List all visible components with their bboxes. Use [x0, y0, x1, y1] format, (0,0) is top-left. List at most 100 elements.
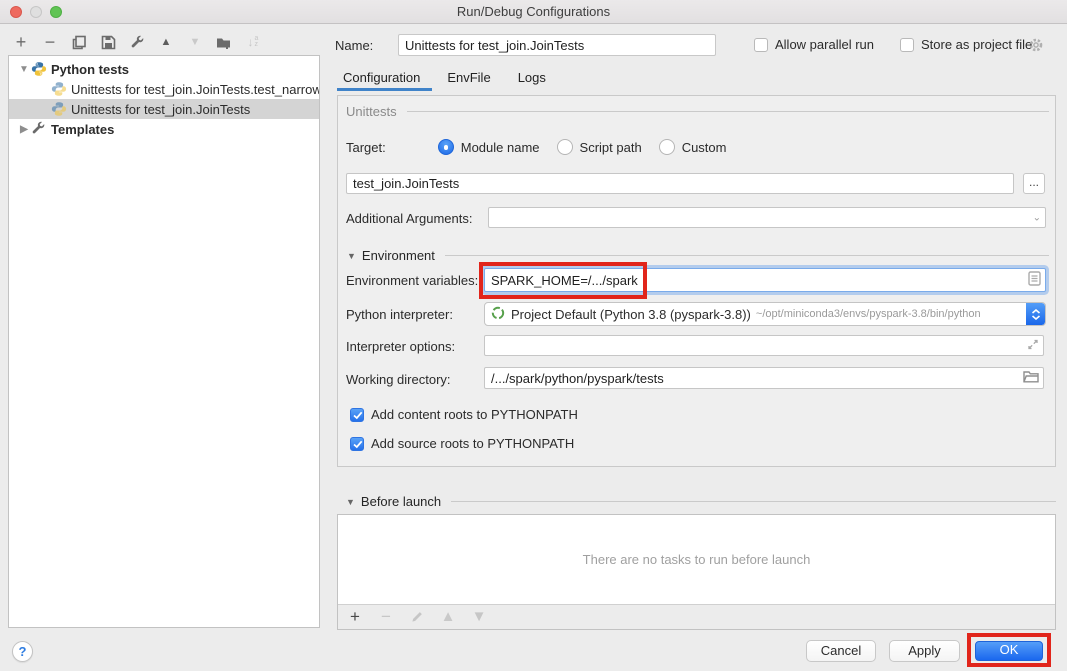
folder-icon[interactable]: [1023, 370, 1039, 386]
environment-variables-input[interactable]: [484, 268, 1046, 292]
add-content-roots-label: Add content roots to PYTHONPATH: [371, 407, 578, 422]
before-launch-panel: There are no tasks to run before launch …: [337, 514, 1056, 630]
settings-gear-icon[interactable]: [1028, 37, 1044, 53]
interpreter-options-input[interactable]: [484, 335, 1044, 356]
name-label: Name:: [335, 38, 373, 53]
wrench-icon: [31, 121, 47, 137]
cancel-button[interactable]: Cancel: [806, 640, 876, 662]
save-configuration-icon[interactable]: [99, 33, 117, 51]
before-launch-title: Before launch: [361, 494, 441, 509]
conda-env-icon: [491, 306, 505, 323]
unittests-group-header: Unittests: [346, 104, 1049, 119]
help-label: ?: [19, 644, 27, 659]
add-content-roots-checkbox[interactable]: Add content roots to PYTHONPATH: [350, 407, 578, 422]
radio-selected-icon[interactable]: [438, 139, 454, 155]
radio-module-name[interactable]: Module name: [438, 139, 540, 155]
chevron-right-icon[interactable]: ▶: [17, 124, 31, 135]
environment-section-title: Environment: [362, 248, 435, 263]
select-stepper-icon[interactable]: [1026, 303, 1045, 325]
chevron-down-icon[interactable]: ▼: [346, 497, 355, 507]
configuration-panel: Unittests Target: Module name Script pat…: [337, 95, 1056, 467]
move-down-icon: ▼: [186, 33, 204, 51]
python-test-icon: [51, 81, 67, 97]
python-interpreter-select[interactable]: Project Default (Python 3.8 (pyspark-3.8…: [484, 302, 1046, 326]
tree-item-label: Unittests for test_join.JoinTests: [71, 102, 250, 117]
title-bar: Run/Debug Configurations: [0, 0, 1067, 24]
tree-item-label: Templates: [51, 122, 114, 137]
interpreter-options-label: Interpreter options:: [346, 339, 455, 354]
active-tab-indicator: [337, 88, 432, 91]
move-task-down-icon: ▼: [470, 607, 488, 625]
new-folder-icon[interactable]: [215, 33, 233, 51]
chevron-down-icon[interactable]: ▼: [347, 251, 356, 261]
checkbox-unchecked-icon[interactable]: [754, 38, 768, 52]
tree-item-label: Unittests for test_join.JoinTests.test_n…: [71, 82, 319, 97]
store-as-project-file-label: Store as project file: [921, 37, 1032, 52]
checkbox-checked-icon[interactable]: [350, 408, 364, 422]
additional-arguments-input[interactable]: [488, 207, 1046, 228]
python-test-icon: [51, 101, 67, 117]
remove-configuration-icon[interactable]: −: [41, 33, 59, 51]
edit-templates-icon[interactable]: [128, 33, 146, 51]
allow-parallel-run-checkbox[interactable]: Allow parallel run: [754, 37, 874, 52]
remove-task-icon: −: [377, 607, 395, 625]
move-up-icon[interactable]: ▲: [157, 33, 175, 51]
radio-script-path-label: Script path: [580, 140, 642, 155]
add-configuration-icon[interactable]: +: [12, 33, 30, 51]
move-task-up-icon: ▲: [439, 607, 457, 625]
chevron-down-icon[interactable]: ▼: [17, 64, 31, 75]
allow-parallel-run-label: Allow parallel run: [775, 37, 874, 52]
tab-logs[interactable]: Logs: [518, 66, 546, 94]
apply-button[interactable]: Apply: [889, 640, 960, 662]
window-title: Run/Debug Configurations: [0, 4, 1067, 19]
tree-item-unittest-narrow[interactable]: Unittests for test_join.JoinTests.test_n…: [9, 79, 319, 99]
unittests-group-title: Unittests: [346, 104, 397, 119]
copy-configuration-icon[interactable]: [70, 33, 88, 51]
radio-custom[interactable]: Custom: [659, 139, 727, 155]
module-name-input[interactable]: [346, 173, 1014, 194]
name-input[interactable]: [398, 34, 716, 56]
sort-alphabetically-icon: ↓az: [244, 33, 262, 51]
working-directory-input[interactable]: [484, 367, 1044, 389]
environment-variables-label: Environment variables:: [346, 273, 478, 288]
configurations-toolbar: + − ▲ ▼ ↓az: [12, 31, 312, 53]
radio-script-path[interactable]: Script path: [557, 139, 642, 155]
configurations-tree: ▼ Python tests Unittests for test_join.J…: [8, 55, 320, 628]
browse-button[interactable]: ...: [1023, 173, 1045, 194]
edit-task-icon: [408, 607, 426, 625]
before-launch-task-list: There are no tasks to run before launch: [338, 515, 1055, 605]
ok-button[interactable]: OK: [975, 641, 1043, 661]
working-directory-label: Working directory:: [346, 372, 451, 387]
before-launch-empty-message: There are no tasks to run before launch: [583, 552, 811, 567]
target-row: Target: Module name Script path Custom: [346, 139, 726, 155]
add-source-roots-label: Add source roots to PYTHONPATH: [371, 436, 574, 451]
radio-module-name-label: Module name: [461, 140, 540, 155]
before-launch-section-header[interactable]: ▼ Before launch: [346, 494, 1056, 509]
environment-section-header[interactable]: ▼ Environment: [347, 248, 1049, 263]
checkbox-checked-icon[interactable]: [350, 437, 364, 451]
help-button[interactable]: ?: [12, 641, 33, 662]
radio-custom-label: Custom: [682, 140, 727, 155]
tree-item-unittest-jointests[interactable]: Unittests for test_join.JoinTests: [9, 99, 319, 119]
tab-envfile[interactable]: EnvFile: [447, 66, 490, 94]
radio-unselected-icon[interactable]: [557, 139, 573, 155]
python-interpreter-label: Python interpreter:: [346, 307, 453, 322]
expand-field-icon[interactable]: [1027, 338, 1039, 353]
add-source-roots-checkbox[interactable]: Add source roots to PYTHONPATH: [350, 436, 574, 451]
python-icon: [31, 61, 47, 77]
additional-arguments-label: Additional Arguments:: [346, 211, 472, 226]
env-vars-list-icon[interactable]: [1028, 271, 1041, 289]
chevron-down-icon[interactable]: ⌄: [1033, 212, 1041, 223]
checkbox-unchecked-icon[interactable]: [900, 38, 914, 52]
radio-unselected-icon[interactable]: [659, 139, 675, 155]
interpreter-value: Project Default (Python 3.8 (pyspark-3.8…: [511, 307, 751, 322]
interpreter-path: ~/opt/miniconda3/envs/pyspark-3.8/bin/py…: [756, 308, 981, 320]
add-task-icon[interactable]: +: [346, 607, 364, 625]
tree-item-label: Python tests: [51, 62, 129, 77]
before-launch-toolbar: + − ▲ ▼: [346, 606, 488, 626]
store-as-project-file-checkbox[interactable]: Store as project file: [900, 37, 1032, 52]
run-debug-configurations-dialog: Run/Debug Configurations + − ▲ ▼ ↓az ▼ P: [0, 0, 1067, 671]
tree-item-templates[interactable]: ▶ Templates: [9, 119, 319, 139]
tree-item-python-tests[interactable]: ▼ Python tests: [9, 59, 319, 79]
target-label: Target:: [346, 140, 386, 155]
